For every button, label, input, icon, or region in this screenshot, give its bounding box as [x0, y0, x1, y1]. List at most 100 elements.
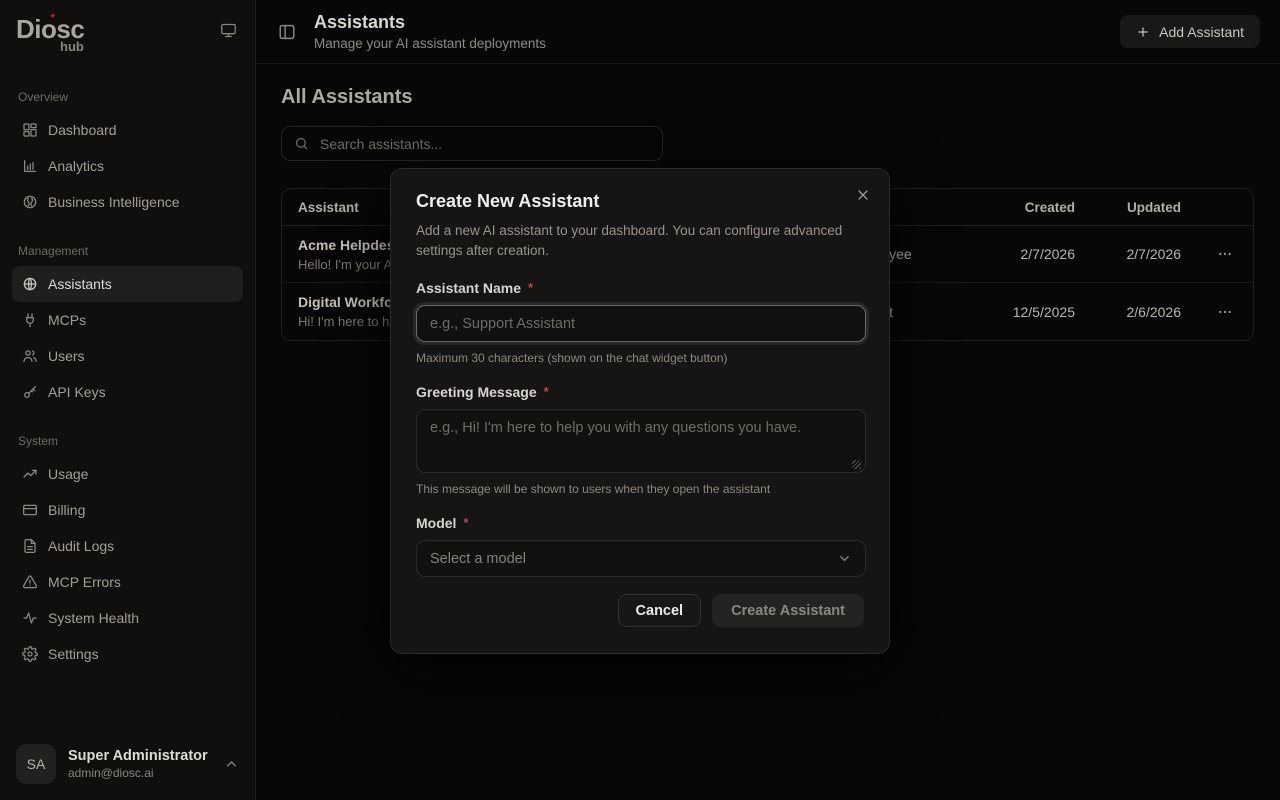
greeting-message-label: Greeting Message *: [416, 384, 864, 400]
sidebar-item-mcps[interactable]: MCPs: [12, 302, 243, 338]
sidebar-item-label: System Health: [48, 610, 139, 626]
dashboard-icon: [22, 122, 38, 138]
sidebar-item-audit-logs[interactable]: Audit Logs: [12, 528, 243, 564]
modal-description: Add a new AI assistant to your dashboard…: [416, 221, 864, 261]
sidebar-item-label: API Keys: [48, 384, 106, 400]
modal-title: Create New Assistant: [416, 191, 864, 212]
sidebar-item-label: Billing: [48, 502, 85, 518]
required-asterisk: *: [463, 515, 468, 531]
sidebar-item-label: Usage: [48, 466, 88, 482]
page-header: Assistants Manage your AI assistant depl…: [256, 0, 1280, 64]
updated-cell: 2/6/2026: [1091, 304, 1197, 320]
greeting-message-helper: This message will be shown to users when…: [416, 482, 864, 496]
file-text-icon: [22, 538, 38, 554]
required-asterisk: *: [544, 384, 549, 400]
app-root: Diosc ✦ hub Overview Dashboard Analytics…: [0, 0, 1280, 800]
sidebar-item-business-intelligence[interactable]: Business Intelligence: [12, 184, 243, 220]
search-box: [281, 126, 663, 161]
chevron-down-icon: [837, 551, 852, 566]
sidebar-item-system-health[interactable]: System Health: [12, 600, 243, 636]
greeting-textarea-wrap: [416, 409, 864, 473]
sidebar-item-label: Audit Logs: [48, 538, 114, 554]
avatar: SA: [16, 744, 56, 784]
users-icon: [22, 348, 38, 364]
sidebar-item-dashboard[interactable]: Dashboard: [12, 112, 243, 148]
sidebar-item-label: Users: [48, 348, 85, 364]
updated-cell: 2/7/2026: [1091, 246, 1197, 262]
create-assistant-button[interactable]: Create Assistant: [712, 594, 864, 627]
title-block: Assistants Manage your AI assistant depl…: [314, 12, 1106, 51]
add-assistant-button[interactable]: Add Assistant: [1120, 15, 1260, 48]
user-name: Super Administrator: [68, 748, 212, 764]
sidebar: Diosc ✦ hub Overview Dashboard Analytics…: [0, 0, 256, 800]
greeting-message-textarea[interactable]: [416, 409, 866, 473]
label-text: Greeting Message: [416, 384, 537, 400]
sidebar-item-label: Business Intelligence: [48, 194, 180, 210]
user-meta: Super Administrator admin@diosc.ai: [68, 748, 212, 780]
chevron-up-icon: [224, 757, 239, 772]
model-select-value: Select a model: [430, 551, 526, 567]
sidebar-item-label: Dashboard: [48, 122, 117, 138]
search-input[interactable]: [281, 126, 663, 161]
label-text: Assistant Name: [416, 280, 521, 296]
sidebar-item-mcp-errors[interactable]: MCP Errors: [12, 564, 243, 600]
page-subtitle: Manage your AI assistant deployments: [314, 36, 1106, 51]
globe-icon: [22, 276, 38, 292]
key-icon: [22, 384, 38, 400]
brand-sub: hub: [60, 40, 84, 53]
sidebar-item-analytics[interactable]: Analytics: [12, 148, 243, 184]
sidebar-item-label: MCP Errors: [48, 574, 121, 590]
page-title: Assistants: [314, 12, 1106, 33]
content-heading: All Assistants: [281, 86, 1254, 109]
ellipsis-icon: [1217, 304, 1233, 320]
alert-triangle-icon: [22, 574, 38, 590]
sidebar-section-overview: Overview: [18, 90, 237, 104]
activity-icon: [22, 610, 38, 626]
trending-up-icon: [22, 466, 38, 482]
brand-logo: Diosc ✦ hub: [16, 16, 84, 42]
assistant-name-input[interactable]: [416, 305, 866, 342]
sidebar-section-system: System: [18, 434, 237, 448]
display-mode-button[interactable]: [218, 20, 239, 41]
close-icon: [855, 187, 871, 203]
search-icon: [294, 136, 309, 151]
sidebar-item-billing[interactable]: Billing: [12, 492, 243, 528]
sidebar-item-label: MCPs: [48, 312, 86, 328]
user-menu[interactable]: SA Super Administrator admin@diosc.ai: [0, 728, 255, 800]
panel-left-icon: [278, 23, 296, 41]
sidebar-item-usage[interactable]: Usage: [12, 456, 243, 492]
sidebar-item-label: Settings: [48, 646, 99, 662]
credit-card-icon: [22, 502, 38, 518]
brand-spark-icon: ✦: [49, 12, 57, 21]
sidebar-item-assistants[interactable]: Assistants: [12, 266, 243, 302]
gear-icon: [22, 646, 38, 662]
sidebar-item-api-keys[interactable]: API Keys: [12, 374, 243, 410]
created-cell: 2/7/2026: [973, 246, 1091, 262]
sidebar-toggle-button[interactable]: [274, 19, 300, 45]
sidebar-item-label: Assistants: [48, 276, 112, 292]
sidebar-item-settings[interactable]: Settings: [12, 636, 243, 672]
analytics-icon: [22, 158, 38, 174]
sidebar-item-label: Analytics: [48, 158, 104, 174]
resize-handle[interactable]: [852, 460, 861, 469]
required-asterisk: *: [528, 280, 533, 296]
label-text: Model: [416, 515, 456, 531]
row-actions-button[interactable]: [1211, 298, 1239, 326]
modal-close-button[interactable]: [852, 184, 874, 206]
assistant-name-helper: Maximum 30 characters (shown on the chat…: [416, 351, 864, 365]
row-actions-button[interactable]: [1211, 240, 1239, 268]
column-updated: Updated: [1091, 200, 1197, 215]
monitor-icon: [220, 22, 237, 39]
cancel-button[interactable]: Cancel: [618, 594, 702, 627]
sidebar-header: Diosc ✦ hub: [12, 16, 243, 64]
add-assistant-label: Add Assistant: [1159, 24, 1244, 40]
created-cell: 12/5/2025: [973, 304, 1091, 320]
create-assistant-modal: Create New Assistant Add a new AI assist…: [390, 168, 890, 654]
model-select[interactable]: Select a model: [416, 540, 866, 577]
sidebar-item-users[interactable]: Users: [12, 338, 243, 374]
ellipsis-icon: [1217, 246, 1233, 262]
brain-icon: [22, 194, 38, 210]
plug-icon: [22, 312, 38, 328]
modal-footer: Cancel Create Assistant: [416, 594, 864, 627]
sidebar-section-management: Management: [18, 244, 237, 258]
